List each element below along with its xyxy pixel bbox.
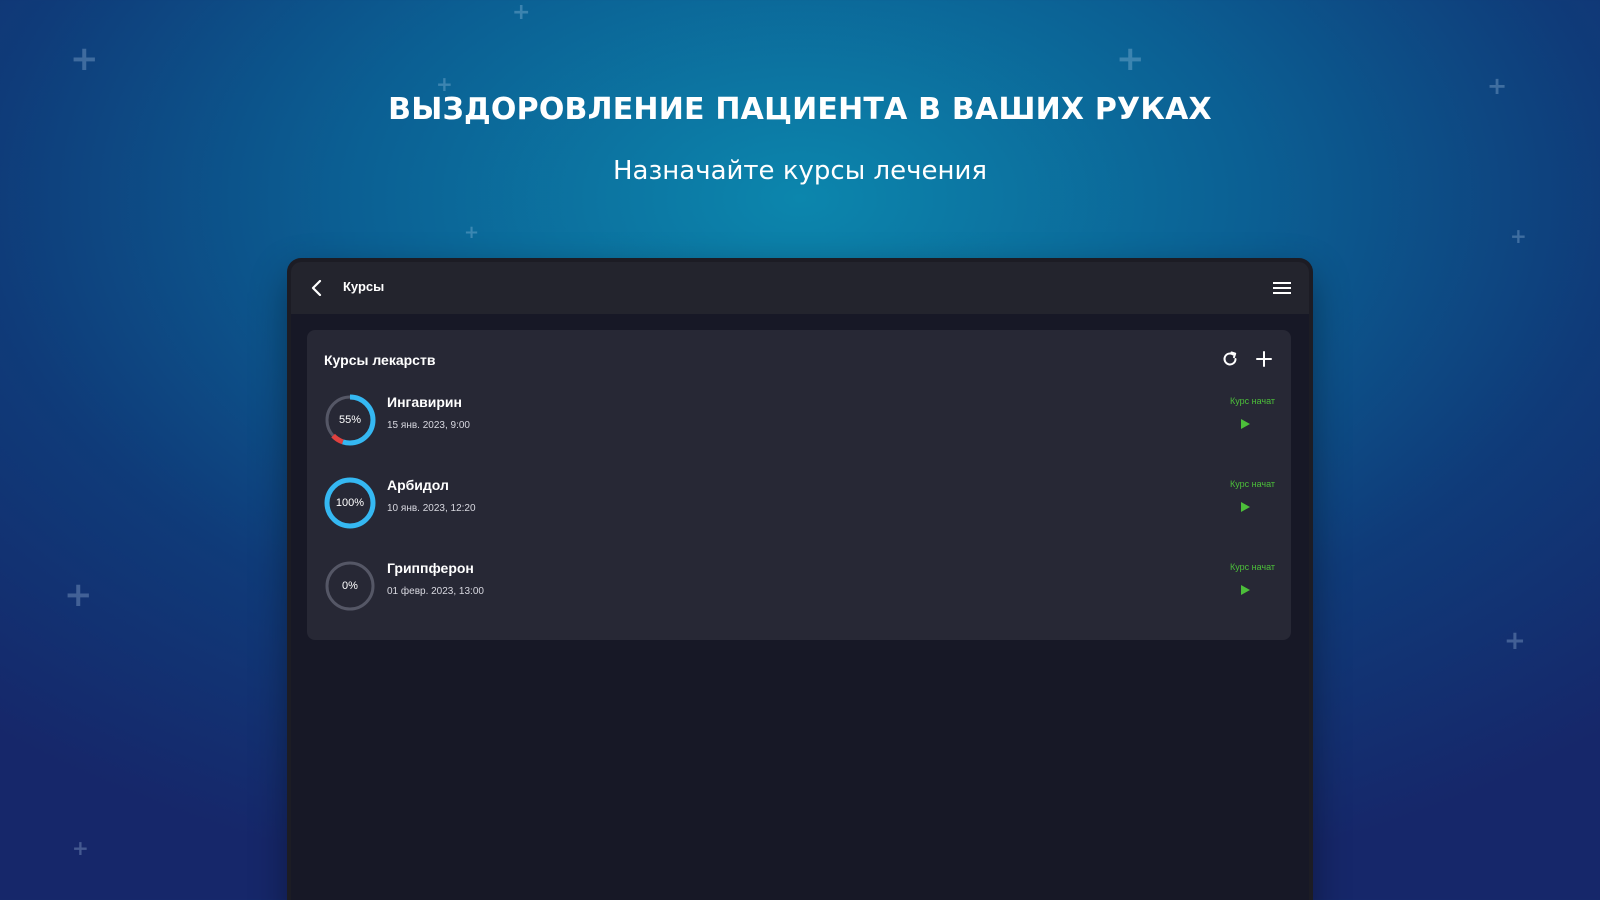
course-row[interactable]: 0% Гриппферон 01 февр. 2023, 13:00 Курс … (323, 552, 1275, 622)
device-screen: Курсы Курсы лекарств 55% Ингавирин 15 ян… (291, 262, 1309, 900)
decorative-plus-icon: + (72, 836, 89, 860)
decorative-plus-icon: + (512, 0, 531, 25)
start-course-button[interactable] (1237, 416, 1253, 432)
course-status: Курс начат (1229, 396, 1275, 406)
card-title: Курсы лекарств (324, 352, 436, 368)
app-bar: Курсы (291, 262, 1309, 314)
course-name: Ингавирин (387, 394, 462, 410)
decorative-plus-icon: + (1510, 224, 1527, 248)
plus-icon (1256, 351, 1272, 367)
start-course-button[interactable] (1237, 499, 1253, 515)
decorative-plus-icon: + (464, 222, 480, 243)
promo-headline: ВЫЗДОРОВЛЕНИЕ ПАЦИЕНТА В ВАШИХ РУКАХ (388, 92, 1212, 127)
page-title: Курсы (343, 279, 385, 294)
decorative-plus-icon: + (436, 72, 453, 96)
course-status: Курс начат (1229, 562, 1275, 572)
start-course-button[interactable] (1237, 582, 1253, 598)
add-course-button[interactable] (1251, 346, 1277, 372)
card-actions (1217, 346, 1277, 372)
chevron-left-icon (311, 280, 322, 296)
course-status: Курс начат (1229, 479, 1275, 489)
play-icon (1241, 585, 1250, 595)
course-date: 10 янв. 2023, 12:20 (387, 503, 476, 514)
refresh-icon (1223, 351, 1237, 366)
progress-label: 100% (335, 497, 365, 509)
course-row[interactable]: 100% Арбидол 10 янв. 2023, 12:20 Курс на… (323, 469, 1275, 539)
courses-card: Курсы лекарств 55% Ингавирин 15 янв. 202… (307, 330, 1291, 640)
play-icon (1241, 419, 1250, 429)
progress-ring: 55% (323, 393, 377, 447)
decorative-plus-icon: + (64, 575, 93, 615)
promo-subheadline: Назначайте курсы лечения (612, 156, 988, 186)
progress-label: 0% (342, 580, 358, 592)
back-button[interactable] (303, 274, 331, 302)
progress-ring: 100% (323, 476, 377, 530)
course-name: Гриппферон (387, 560, 474, 576)
hamburger-menu-icon (1273, 282, 1291, 294)
decorative-plus-icon: + (1504, 626, 1526, 656)
decorative-plus-icon: + (70, 39, 99, 79)
play-icon (1241, 502, 1250, 512)
progress-label: 55% (338, 414, 362, 426)
course-row[interactable]: 55% Ингавирин 15 янв. 2023, 9:00 Курс на… (323, 386, 1275, 456)
menu-button[interactable] (1269, 275, 1295, 301)
course-date: 01 февр. 2023, 13:00 (387, 586, 484, 597)
refresh-button[interactable] (1217, 346, 1243, 372)
course-name: Арбидол (387, 477, 449, 493)
decorative-plus-icon: + (1116, 39, 1145, 79)
course-date: 15 янв. 2023, 9:00 (387, 420, 470, 431)
progress-ring: 0% (323, 559, 377, 613)
